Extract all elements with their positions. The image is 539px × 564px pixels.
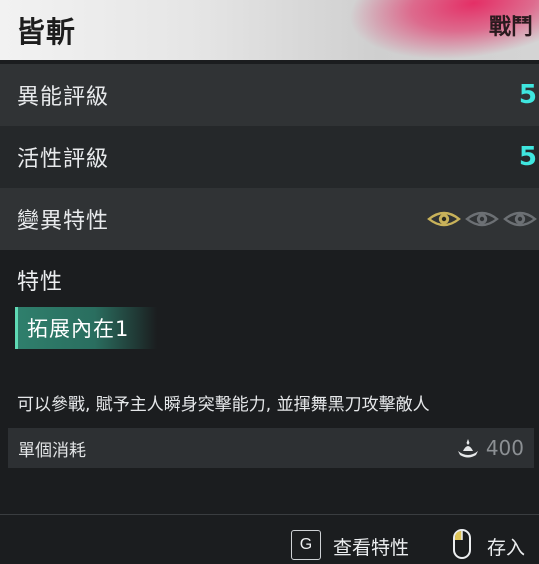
cost-value: 400	[485, 436, 524, 460]
stat-label: 活性評級	[17, 147, 110, 172]
stat-value: 5	[518, 142, 537, 172]
cost-amount: 400	[456, 436, 524, 460]
traits-heading: 特性	[17, 270, 64, 295]
mutation-label: 變異特性	[17, 209, 110, 234]
stat-row-activity-rating: 活性評級 5	[0, 126, 539, 188]
stat-row-ability-rating: 異能評級 5	[0, 64, 539, 126]
cost-label: 單個消耗	[18, 440, 86, 461]
g-key-icon[interactable]: G	[291, 530, 321, 560]
mutation-eyes	[427, 208, 537, 230]
eye-icon	[465, 211, 499, 227]
cost-row: 單個消耗 400	[8, 428, 534, 468]
eye-icon	[503, 211, 537, 227]
view-traits-button[interactable]: 查看特性	[333, 533, 409, 560]
unit-type-tag: 戰鬥	[488, 15, 533, 40]
trait-item-selected[interactable]: 拓展內在1	[15, 307, 157, 349]
mouse-icon[interactable]	[452, 528, 472, 560]
trait-label: 拓展內在1	[27, 317, 130, 341]
resource-icon	[457, 439, 478, 458]
eye-icon	[427, 211, 461, 227]
unit-description: 可以參戰, 賦予主人瞬身突擊能力, 並揮舞黑刀攻擊敵人	[17, 395, 430, 415]
mutation-row: 變異特性	[0, 188, 539, 250]
stat-label: 異能評級	[17, 85, 110, 110]
stat-value: 5	[518, 80, 537, 110]
header-bar: 皆斬 戰鬥	[0, 0, 539, 60]
store-button[interactable]: 存入	[487, 533, 525, 560]
unit-title: 皆斬	[16, 15, 77, 49]
